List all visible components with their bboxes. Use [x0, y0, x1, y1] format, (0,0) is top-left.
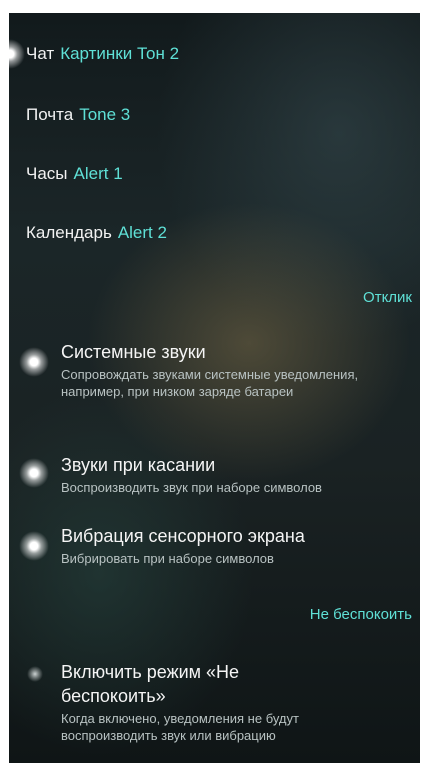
toggle-description: Когда включено, уведомления не будут вос…	[61, 711, 299, 743]
toggle-description: Вибрировать при наборе символов	[61, 551, 274, 566]
ringtone-row-clock[interactable]: Часы Alert 1	[26, 164, 123, 184]
ringtone-value: Alert 2	[117, 223, 167, 242]
touch-vibration-toggle[interactable]: Вибрация сенсорного экрана Вибрировать п…	[9, 524, 420, 574]
ringtone-value: Tone 3	[79, 105, 131, 124]
toggle-description: Сопровождать звуками системные уведомлен…	[61, 367, 359, 399]
toggle-title: Вибрация сенсорного экрана	[61, 526, 305, 546]
toggle-title: Звуки при касании	[61, 455, 216, 475]
ringtone-label: Часы	[26, 164, 68, 183]
toggle-title: Включить режим «Не беспокоить»	[61, 662, 240, 706]
do-not-disturb-toggle[interactable]: Включить режим «Не беспокоить» Когда вкл…	[9, 660, 420, 760]
sound-settings-screen: Чат Картинки Тон 2 Почта Tone 3 Часы Alert …	[9, 13, 420, 763]
toggle-on-icon[interactable]	[19, 531, 49, 561]
section-header-do-not-disturb: Не беспокоить	[309, 606, 412, 623]
touch-sounds-toggle[interactable]: Звуки при касании Воспроизводить звук пр…	[9, 453, 420, 503]
highlight-glow-icon	[9, 39, 25, 69]
toggle-off-icon[interactable]	[27, 666, 43, 682]
ringtone-row-calendar[interactable]: Календарь Alert 2	[26, 223, 167, 243]
ringtone-value: Alert 1	[73, 164, 123, 183]
section-header-feedback: Отклик	[363, 289, 412, 306]
ringtone-label: Календарь	[26, 223, 112, 242]
ringtone-row-mail[interactable]: Почта Tone 3	[26, 105, 130, 125]
ringtone-label: Почта	[26, 105, 74, 124]
system-sounds-toggle[interactable]: Системные звуки Сопровождать звуками сис…	[9, 340, 420, 432]
toggle-on-icon[interactable]	[19, 347, 49, 377]
toggle-title: Системные звуки	[61, 342, 206, 362]
ringtone-row-chat[interactable]: Чат Картинки Тон 2	[26, 44, 179, 64]
toggle-on-icon[interactable]	[19, 458, 49, 488]
ringtone-value: Картинки Тон 2	[60, 44, 180, 63]
ringtone-label: Чат	[26, 44, 55, 63]
toggle-description: Воспроизводить звук при наборе символов	[61, 480, 322, 495]
